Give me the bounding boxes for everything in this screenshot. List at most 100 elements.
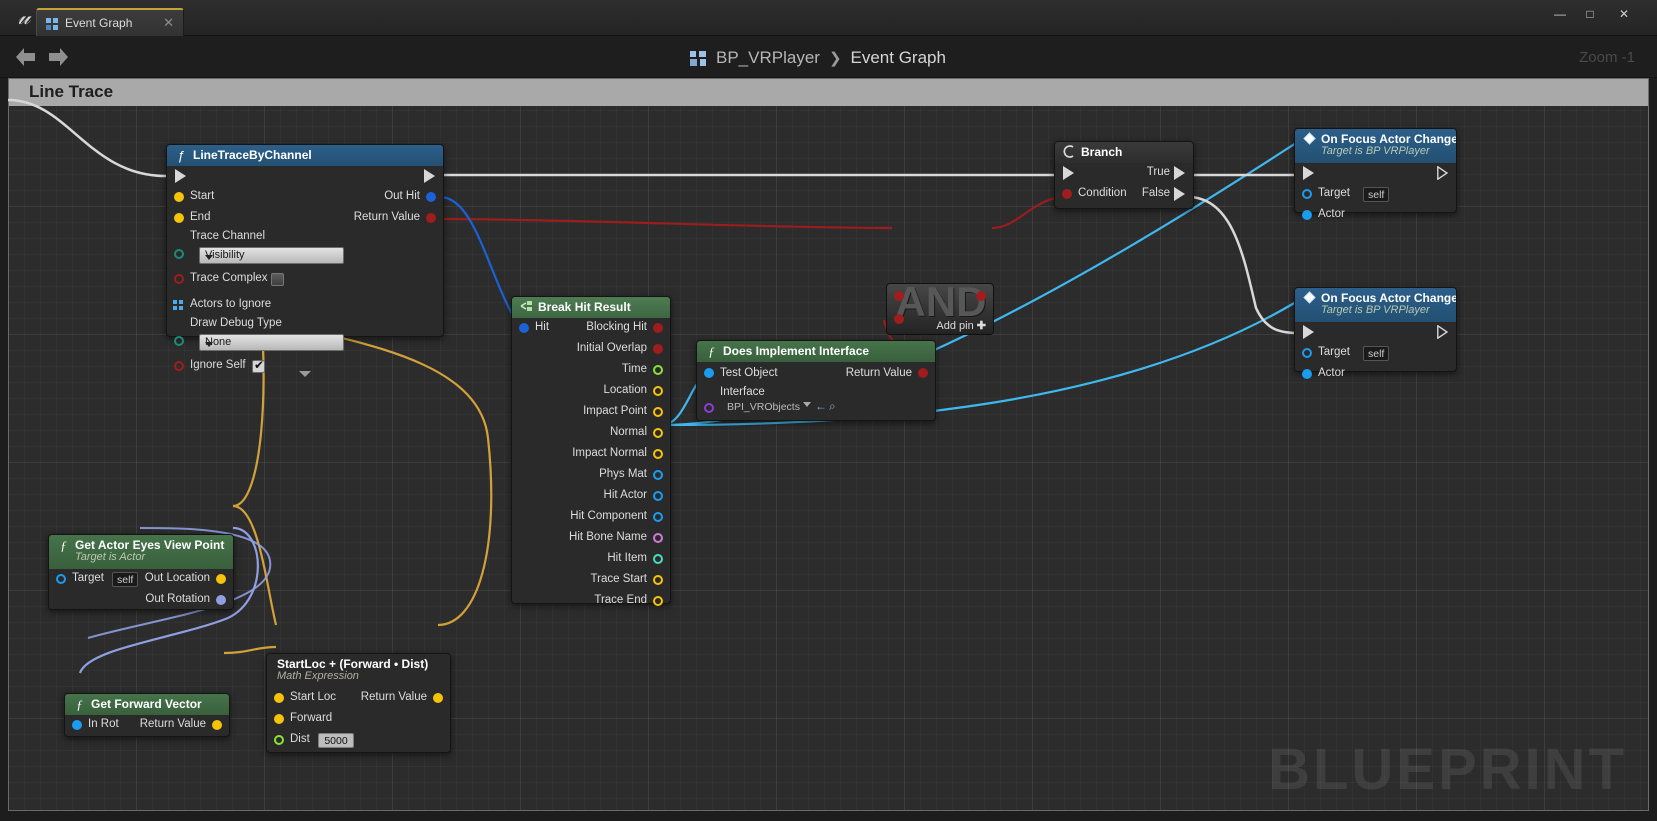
object-pin[interactable] — [653, 470, 663, 480]
exec-in-pin[interactable] — [1063, 166, 1074, 180]
bool-pin-trace-complex[interactable] — [174, 274, 184, 284]
comment-title-bar[interactable] — [9, 79, 1648, 106]
rotator-pin-out-rotation[interactable] — [216, 595, 226, 605]
vector-pin-forward[interactable] — [274, 714, 284, 724]
bool-pin-out[interactable] — [976, 291, 986, 301]
bool-pin-ignore-self[interactable] — [174, 361, 184, 371]
vector-pin-start[interactable] — [174, 192, 184, 202]
target-self-value[interactable]: self — [1363, 346, 1390, 361]
browse-icon[interactable]: ⌕ — [829, 399, 836, 414]
vector-pin-end[interactable] — [174, 213, 184, 223]
exec-in-pin[interactable] — [1303, 325, 1314, 339]
rotator-pin-in-rot[interactable] — [72, 720, 82, 730]
struct-pin-hit[interactable] — [519, 323, 529, 333]
node-header[interactable]: ƒ Get Forward Vector — [65, 694, 229, 715]
breadcrumb-root[interactable]: BP_VRPlayer — [716, 48, 820, 68]
object-pin-target[interactable] — [1302, 348, 1312, 358]
interface-value[interactable]: BPI_VRObjects — [727, 401, 800, 413]
node-get-forward-vector[interactable]: ƒ Get Forward Vector In Rot Return Value — [64, 693, 230, 737]
node-header[interactable]: On Focus Actor Changed Target is BP VRPl… — [1295, 288, 1456, 322]
vector-pin-start-loc[interactable] — [274, 693, 284, 703]
float-pin[interactable] — [653, 365, 663, 375]
node-header[interactable]: ƒ Get Actor Eyes View Point Target is Ac… — [49, 535, 233, 569]
close-button[interactable]: ✕ — [1611, 4, 1637, 24]
object-pin[interactable] — [653, 512, 663, 522]
vector-pin-return-value[interactable] — [212, 720, 222, 730]
node-break-hit-result[interactable]: Break Hit Result Hit Blocking Hit Initial … — [511, 296, 671, 606]
dropdown-trace-channel[interactable]: Visibility — [199, 247, 344, 264]
enum-pin-draw-debug-type[interactable] — [174, 336, 184, 346]
vector-pin[interactable] — [653, 575, 663, 585]
comment-title: Line Trace — [29, 82, 114, 101]
exec-in-pin[interactable] — [1303, 166, 1314, 180]
event-graph-canvas[interactable]: Line Trace BLUEPRINT ƒ LineTraceByChanne… — [8, 78, 1649, 811]
name-pin[interactable] — [653, 533, 663, 543]
exec-out-pin[interactable] — [1437, 324, 1449, 340]
bool-pin-condition[interactable] — [1062, 189, 1072, 199]
node-on-focus-actor-changed-1[interactable]: On Focus Actor Changed Target is BP VRPl… — [1294, 128, 1457, 220]
node-on-focus-actor-changed-2[interactable]: On Focus Actor Changed Target is BP VRPl… — [1294, 287, 1457, 379]
bool-pin-b[interactable] — [894, 314, 904, 324]
object-pin-actor[interactable] — [1302, 210, 1312, 220]
exec-out-pin[interactable] — [424, 169, 435, 183]
enum-pin-trace-channel[interactable] — [174, 249, 184, 259]
chevron-down-icon[interactable] — [803, 402, 811, 407]
node-boolean-and[interactable]: AND Add pin ✚ — [886, 278, 994, 335]
array-pin-actors-to-ignore[interactable] — [173, 300, 185, 311]
minimize-button[interactable]: — — [1547, 4, 1573, 24]
vector-pin[interactable] — [653, 386, 663, 396]
checkbox-trace-complex[interactable] — [271, 273, 284, 286]
vector-pin[interactable] — [653, 407, 663, 417]
object-pin-test-object[interactable] — [704, 368, 714, 378]
vector-pin[interactable] — [653, 596, 663, 606]
node-header[interactable]: Break Hit Result — [512, 297, 670, 318]
close-icon[interactable]: ✕ — [163, 15, 174, 31]
object-pin-target[interactable] — [1302, 189, 1312, 199]
vector-pin[interactable] — [653, 449, 663, 459]
struct-pin-out-hit[interactable] — [426, 192, 436, 202]
label-test-object: Test Object — [720, 367, 778, 379]
node-header[interactable]: StartLoc + (Forward • Dist) Math Express… — [267, 654, 450, 688]
object-pin-target[interactable] — [56, 574, 66, 584]
target-self-value[interactable]: self — [112, 572, 139, 587]
float-pin-dist[interactable] — [274, 735, 284, 745]
breadcrumb-current[interactable]: Event Graph — [851, 48, 946, 68]
maximize-button[interactable]: □ — [1577, 4, 1603, 24]
dropdown-draw-debug-type[interactable]: None — [199, 334, 344, 351]
interface-pin[interactable] — [704, 403, 714, 413]
node-does-implement-interface[interactable]: ƒ Does Implement Interface Test Object R… — [696, 340, 936, 421]
arrow-left-icon[interactable] — [14, 46, 38, 68]
tab-event-graph[interactable]: Event Graph ✕ — [36, 8, 184, 36]
node-header[interactable]: ƒ LineTraceByChannel — [167, 145, 443, 166]
exec-in-pin[interactable] — [175, 169, 186, 183]
exec-out-pin-false[interactable] — [1174, 187, 1185, 201]
exec-out-pin[interactable] — [1437, 165, 1449, 181]
input-dist-value[interactable]: 5000 — [318, 733, 354, 748]
node-branch[interactable]: Branch True Condition False — [1054, 141, 1194, 209]
vector-pin-return-value[interactable] — [433, 693, 443, 703]
vector-pin-out-location[interactable] — [216, 574, 226, 584]
use-selected-icon[interactable]: ← — [815, 399, 827, 413]
object-pin-actor[interactable] — [1302, 369, 1312, 379]
int-pin[interactable] — [653, 554, 663, 564]
node-line-trace-by-channel[interactable]: ƒ LineTraceByChannel Start Out Hit End R… — [166, 144, 444, 377]
bool-pin-return-value[interactable] — [426, 213, 436, 223]
bool-pin[interactable] — [653, 323, 663, 333]
node-get-actor-eyes-view-point[interactable]: ƒ Get Actor Eyes View Point Target is Ac… — [48, 534, 234, 610]
target-self-value[interactable]: self — [1363, 187, 1390, 202]
node-header[interactable]: Branch — [1055, 142, 1193, 163]
arrow-right-icon[interactable] — [46, 46, 70, 68]
exec-out-pin-true[interactable] — [1174, 166, 1185, 180]
node-math-expression[interactable]: StartLoc + (Forward • Dist) Math Express… — [266, 653, 451, 753]
chevron-down-icon[interactable] — [299, 371, 311, 377]
checkbox-ignore-self[interactable] — [252, 358, 265, 373]
tab-label: Event Graph — [65, 16, 133, 30]
node-header[interactable]: ƒ Does Implement Interface — [697, 341, 935, 362]
add-pin-button[interactable]: Add pin ✚ — [936, 319, 986, 332]
bool-pin-a[interactable] — [894, 291, 904, 301]
node-header[interactable]: On Focus Actor Changed Target is BP VRPl… — [1295, 129, 1456, 163]
bool-pin-return-value[interactable] — [918, 368, 928, 378]
vector-pin[interactable] — [653, 428, 663, 438]
object-pin[interactable] — [653, 491, 663, 501]
bool-pin[interactable] — [653, 344, 663, 354]
